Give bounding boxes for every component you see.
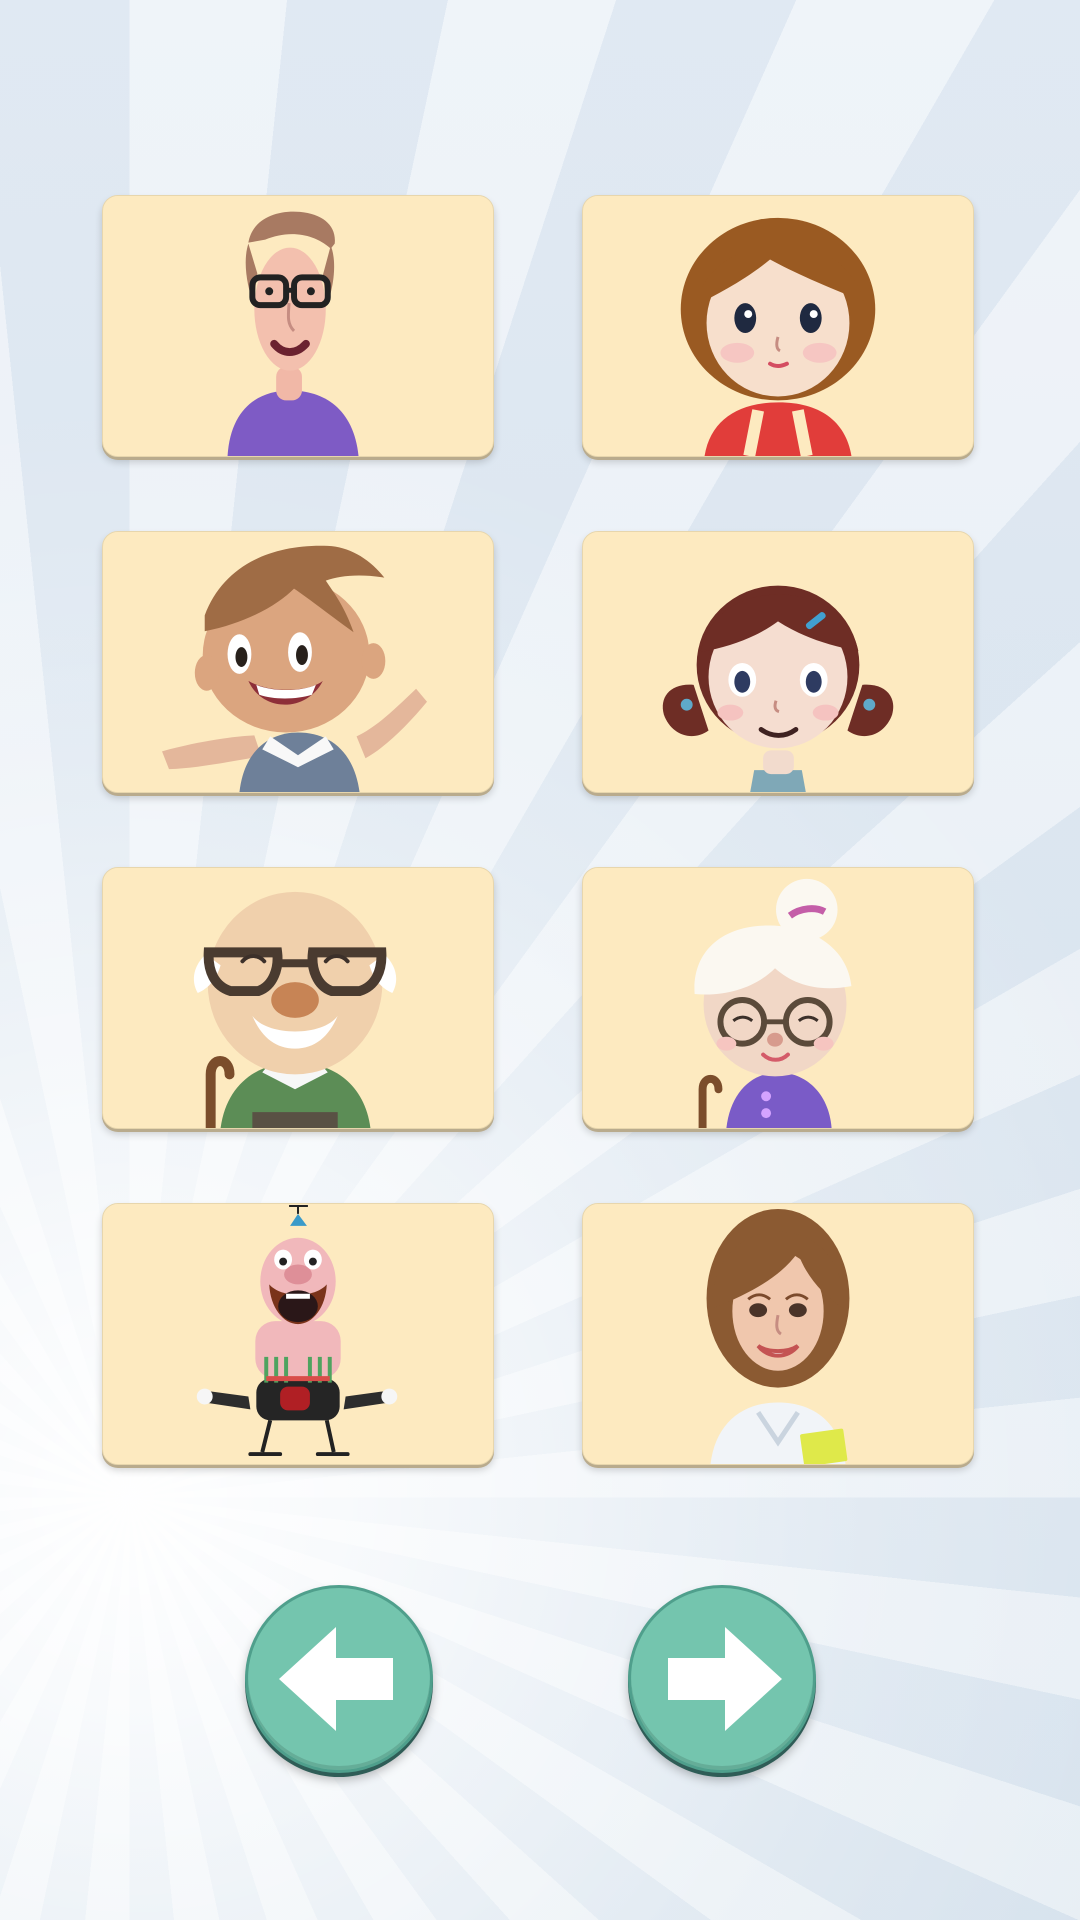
character-card-teacher[interactable] bbox=[582, 1203, 974, 1465]
character-card-uncle[interactable] bbox=[102, 1203, 494, 1465]
previous-button[interactable] bbox=[245, 1585, 433, 1773]
grandfather-icon bbox=[103, 868, 493, 1128]
arrow-left-icon bbox=[279, 1627, 393, 1731]
uncle-cartoon-icon bbox=[103, 1204, 493, 1464]
character-card-boy[interactable] bbox=[102, 531, 494, 793]
character-card-man[interactable] bbox=[102, 195, 494, 457]
character-grid bbox=[102, 195, 974, 1467]
boy-waving-icon bbox=[103, 532, 493, 792]
grandmother-icon bbox=[583, 868, 973, 1128]
teacher-icon bbox=[583, 1204, 973, 1464]
character-card-girl[interactable] bbox=[582, 531, 974, 793]
character-card-grandfather[interactable] bbox=[102, 867, 494, 1129]
girl-pigtails-icon bbox=[583, 532, 973, 792]
man-with-glasses-icon bbox=[103, 196, 493, 456]
woman-brown-hair-icon bbox=[583, 196, 973, 456]
character-card-grandmother[interactable] bbox=[582, 867, 974, 1129]
arrow-right-icon bbox=[668, 1627, 782, 1731]
character-card-woman[interactable] bbox=[582, 195, 974, 457]
next-button[interactable] bbox=[628, 1585, 816, 1773]
